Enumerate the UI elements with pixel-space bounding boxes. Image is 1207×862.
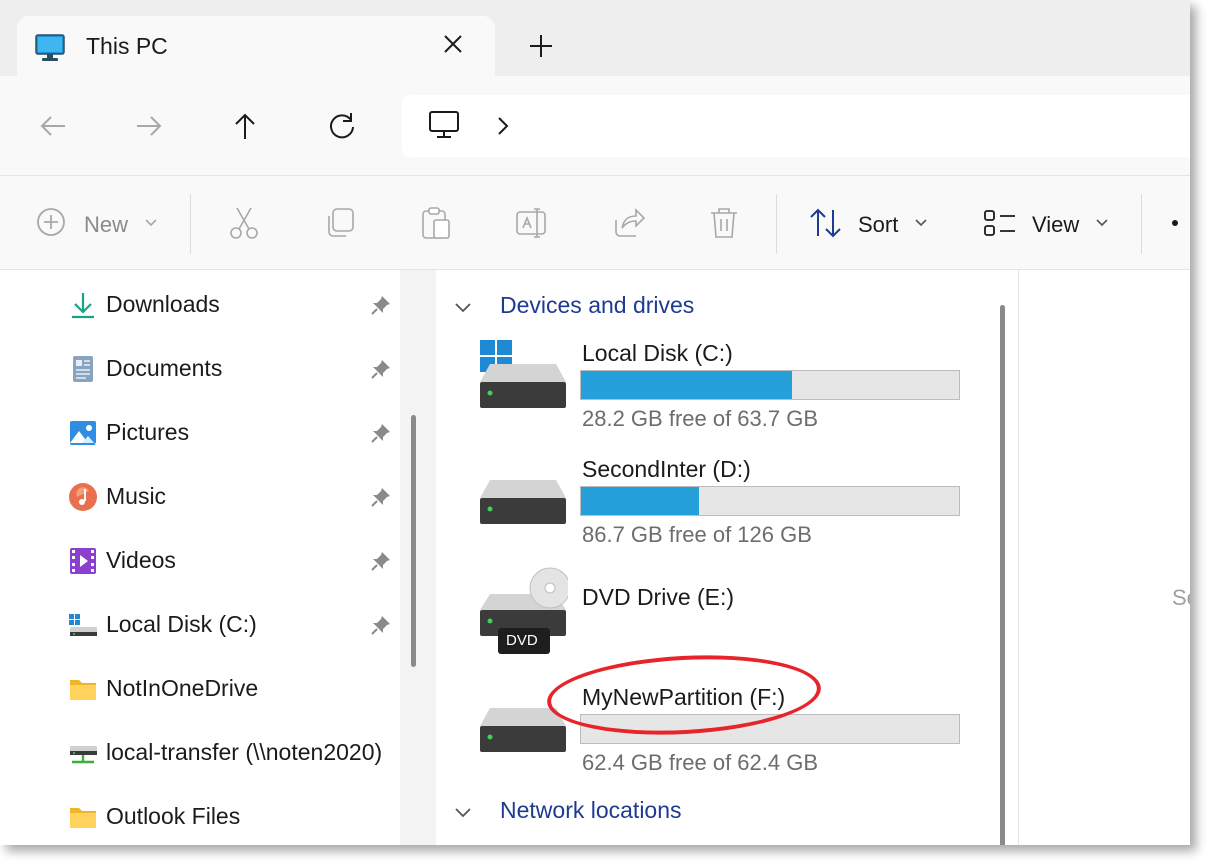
separator	[190, 194, 191, 254]
nav-item-label: Music	[106, 483, 167, 509]
group-heading: Network locations	[500, 797, 682, 823]
drive-secondinter-d[interactable]: SecondInter (D:) 86.7 GB free of 126 GB	[476, 456, 976, 564]
command-bar: New Sort View	[0, 176, 1190, 270]
group-heading: Devices and drives	[500, 292, 695, 318]
view-icon	[984, 210, 1015, 236]
navigation-scrollbar[interactable]	[411, 415, 416, 667]
details-pane-text: Se	[1172, 585, 1190, 610]
refresh-icon[interactable]	[327, 111, 357, 141]
delete-icon[interactable]	[708, 206, 740, 240]
rename-icon[interactable]	[515, 206, 549, 240]
tab-title: This PC	[86, 33, 168, 59]
pictures-icon	[70, 421, 96, 445]
windows-drive-icon	[480, 340, 566, 408]
nav-item-label: Documents	[106, 355, 223, 381]
separator	[776, 194, 777, 254]
drive-free-space: 62.4 GB free of 62.4 GB	[582, 750, 819, 775]
navigation-pane: Downloads Documents Pictures Music Video…	[0, 270, 400, 845]
drive-free-space: 28.2 GB free of 63.7 GB	[582, 406, 819, 431]
paste-icon[interactable]	[420, 206, 452, 240]
chevron-down-icon	[455, 808, 471, 818]
nav-item-music[interactable]: Music	[0, 472, 400, 522]
chevron-down-icon	[145, 219, 157, 227]
view-button[interactable]: View	[983, 206, 1113, 240]
drive-name: Local Disk (C:)	[582, 340, 733, 366]
new-label: New	[84, 212, 129, 237]
view-label: View	[1032, 212, 1080, 237]
copy-icon[interactable]	[324, 206, 356, 240]
nav-item-label: Local Disk (C:)	[106, 611, 257, 637]
nav-item-downloads[interactable]: Downloads	[0, 280, 400, 330]
dvd-badge: DVD	[498, 628, 550, 654]
nav-item-label: local-transfer (\\noten2020)	[106, 739, 383, 765]
drive-local-disk-c[interactable]: Local Disk (C:) 28.2 GB free of 63.7 GB	[476, 340, 976, 448]
music-icon	[69, 483, 97, 511]
pin-icon[interactable]	[370, 486, 392, 508]
local-disk-icon	[69, 614, 97, 636]
details-pane-divider	[1018, 270, 1019, 845]
separator	[1141, 194, 1142, 254]
more-options-icon[interactable]	[1172, 220, 1178, 226]
drive-usage-fill	[581, 487, 699, 515]
drive-name: SecondInter (D:)	[582, 456, 751, 482]
sort-button[interactable]: Sort	[808, 206, 933, 240]
dvd-badge-label: DVD	[506, 632, 538, 649]
nav-item-label: Outlook Files	[106, 803, 241, 829]
nav-item-local-transfer[interactable]: local-transfer (\\noten2020)	[0, 728, 400, 778]
nav-item-outlook-files[interactable]: Outlook Files	[0, 792, 400, 842]
forward-icon[interactable]	[134, 111, 164, 141]
folder-icon	[70, 680, 96, 700]
file-explorer-window: This PC New Sort View Downloads Document…	[0, 0, 1190, 845]
pin-icon[interactable]	[370, 550, 392, 572]
drive-usage-bar	[580, 486, 960, 516]
chevron-right-icon[interactable]	[494, 115, 512, 137]
documents-icon	[73, 356, 93, 382]
network-drive-icon	[70, 746, 97, 764]
address-bar[interactable]	[402, 95, 1190, 157]
pane-splitter[interactable]	[400, 270, 436, 845]
new-tab-icon[interactable]	[528, 33, 554, 59]
pin-icon[interactable]	[370, 614, 392, 636]
nav-item-notinonedrive[interactable]: NotInOneDrive	[0, 664, 400, 714]
nav-item-local-disk-c[interactable]: Local Disk (C:)	[0, 600, 400, 650]
nav-item-label: Pictures	[106, 419, 190, 445]
drive-icon	[480, 480, 566, 524]
close-icon[interactable]	[441, 32, 465, 56]
content-scrollbar[interactable]	[1000, 305, 1005, 845]
nav-item-label: NotInOneDrive	[106, 675, 259, 701]
nav-item-videos[interactable]: Videos	[0, 536, 400, 586]
chevron-down-icon	[455, 303, 471, 313]
new-button[interactable]: New	[36, 206, 166, 240]
drive-free-space: 86.7 GB free of 126 GB	[582, 522, 812, 547]
pin-icon[interactable]	[370, 294, 392, 316]
share-icon[interactable]	[612, 206, 646, 240]
back-icon[interactable]	[38, 111, 68, 141]
videos-icon	[70, 548, 96, 574]
pin-icon[interactable]	[370, 358, 392, 380]
nav-item-label: Videos	[106, 547, 176, 573]
drive-usage-bar	[580, 370, 960, 400]
monitor-icon	[35, 34, 65, 61]
nav-item-label: Downloads	[106, 291, 220, 317]
up-icon[interactable]	[230, 111, 260, 141]
cut-icon[interactable]	[228, 206, 260, 240]
nav-item-pictures[interactable]: Pictures	[0, 408, 400, 458]
navigation-bar	[0, 76, 1190, 176]
content-area: Devices and drives Local Disk (C:) 28.2 …	[436, 270, 988, 845]
pin-icon[interactable]	[370, 422, 392, 444]
chevron-down-icon	[915, 219, 927, 227]
tab-strip: This PC	[0, 0, 1190, 78]
folder-icon	[70, 808, 96, 828]
downloads-icon	[72, 293, 94, 319]
chevron-down-icon	[1096, 219, 1108, 227]
sort-icon	[810, 208, 841, 238]
drive-name: DVD Drive (E:)	[582, 584, 735, 610]
drive-usage-fill	[581, 371, 792, 399]
sort-label: Sort	[858, 212, 899, 237]
tab-this-pc[interactable]: This PC	[17, 16, 495, 78]
add-icon	[37, 208, 65, 236]
this-pc-icon	[429, 111, 459, 138]
nav-item-documents[interactable]: Documents	[0, 344, 400, 394]
